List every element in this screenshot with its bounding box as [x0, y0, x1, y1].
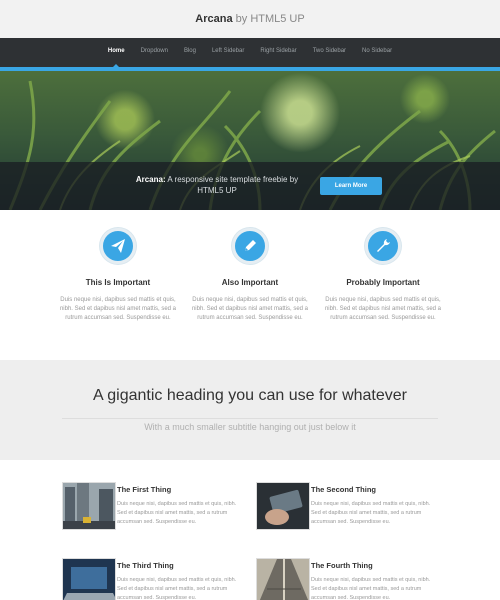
feature-3: Probably Important Duis neque nisi, dapi… — [318, 228, 448, 323]
headline-subtitle: With a much smaller subtitle hanging out… — [144, 422, 356, 432]
banner-brand: Arcana: — [135, 175, 166, 184]
feature-icon-circle — [365, 228, 401, 264]
thing-text: Duis neque nisi, dapibus sed mattis et q… — [311, 501, 431, 525]
nav-item-no-sidebar[interactable]: No Sidebar — [354, 48, 400, 54]
thing-text: Duis neque nisi, dapibus sed mattis et q… — [117, 577, 237, 600]
pencil-icon — [245, 240, 256, 251]
wrench-icon — [377, 239, 390, 252]
nav-item-right-sidebar[interactable]: Right Sidebar — [252, 48, 304, 54]
thing-title[interactable]: The Fourth Thing — [311, 561, 373, 570]
headline-section: A gigantic heading you can use for whate… — [0, 360, 500, 463]
laptop-image — [63, 559, 115, 600]
thing-item-2: The Second Thing Duis neque nisi, dapibu… — [256, 482, 436, 532]
site-byline: by HTML5 UP — [235, 13, 305, 25]
feature-title: This Is Important — [85, 278, 151, 287]
thing-thumbnail-city-street[interactable] — [62, 482, 116, 530]
banner-text: A responsive site template freebie by HT… — [167, 175, 299, 195]
nav-item-two-sidebar[interactable]: Two Sidebar — [305, 48, 354, 54]
thing-text: Duis neque nisi, dapibus sed mattis et q… — [311, 577, 431, 600]
thing-title[interactable]: The Third Thing — [117, 561, 174, 570]
site-title[interactable]: Arcana by HTML5 UP — [0, 13, 500, 25]
things-section: The First Thing Duis neque nisi, dapibus… — [0, 460, 500, 600]
nav-item-dropdown[interactable]: Dropdown — [133, 48, 176, 54]
thing-item-1: The First Thing Duis neque nisi, dapibus… — [62, 482, 242, 532]
feature-icon-circle — [232, 228, 268, 264]
hero-banner: Arcana: A responsive site template freeb… — [0, 71, 500, 210]
banner-caption-bar: Arcana: A responsive site template freeb… — [0, 162, 500, 210]
nav-item-left-sidebar[interactable]: Left Sidebar — [204, 48, 252, 54]
feature-text: Duis neque nisi, dapibus sed mattis et q… — [191, 297, 309, 321]
phone-hand-image — [257, 483, 309, 529]
thing-text: Duis neque nisi, dapibus sed mattis et q… — [117, 501, 237, 525]
city-street-image — [63, 483, 115, 529]
thing-title[interactable]: The First Thing — [117, 485, 171, 494]
thing-thumbnail-phone[interactable] — [256, 482, 310, 530]
paper-plane-icon — [111, 239, 125, 253]
thing-title[interactable]: The Second Thing — [311, 485, 376, 494]
nav-item-blog[interactable]: Blog — [176, 48, 204, 54]
thing-item-4: The Fourth Thing Duis neque nisi, dapibu… — [256, 558, 436, 600]
feature-title: Also Important — [221, 278, 279, 287]
feature-title: Probably Important — [346, 278, 420, 287]
feature-2: Also Important Duis neque nisi, dapibus … — [185, 228, 315, 323]
feature-text: Duis neque nisi, dapibus sed mattis et q… — [59, 297, 177, 321]
site-header: Arcana by HTML5 UP — [0, 0, 500, 38]
feature-icon-circle — [100, 228, 136, 264]
thing-item-3: The Third Thing Duis neque nisi, dapibus… — [62, 558, 242, 600]
gigantic-heading: A gigantic heading you can use for whate… — [93, 387, 407, 404]
main-nav: Home Dropdown Blog Left Sidebar Right Si… — [0, 38, 500, 68]
feature-1: This Is Important Duis neque nisi, dapib… — [53, 228, 183, 323]
features-section: This Is Important Duis neque nisi, dapib… — [0, 210, 500, 360]
nav-item-home[interactable]: Home — [100, 48, 133, 68]
site-brand: Arcana — [195, 13, 233, 25]
banner-tagline: Arcana: A responsive site template freeb… — [122, 174, 312, 196]
learn-more-button[interactable]: Learn More — [320, 177, 382, 195]
escalator-image — [257, 559, 309, 600]
headline-divider — [62, 418, 438, 419]
thing-thumbnail-laptop[interactable] — [62, 558, 116, 600]
feature-text: Duis neque nisi, dapibus sed mattis et q… — [324, 297, 442, 321]
thing-thumbnail-escalator[interactable] — [256, 558, 310, 600]
